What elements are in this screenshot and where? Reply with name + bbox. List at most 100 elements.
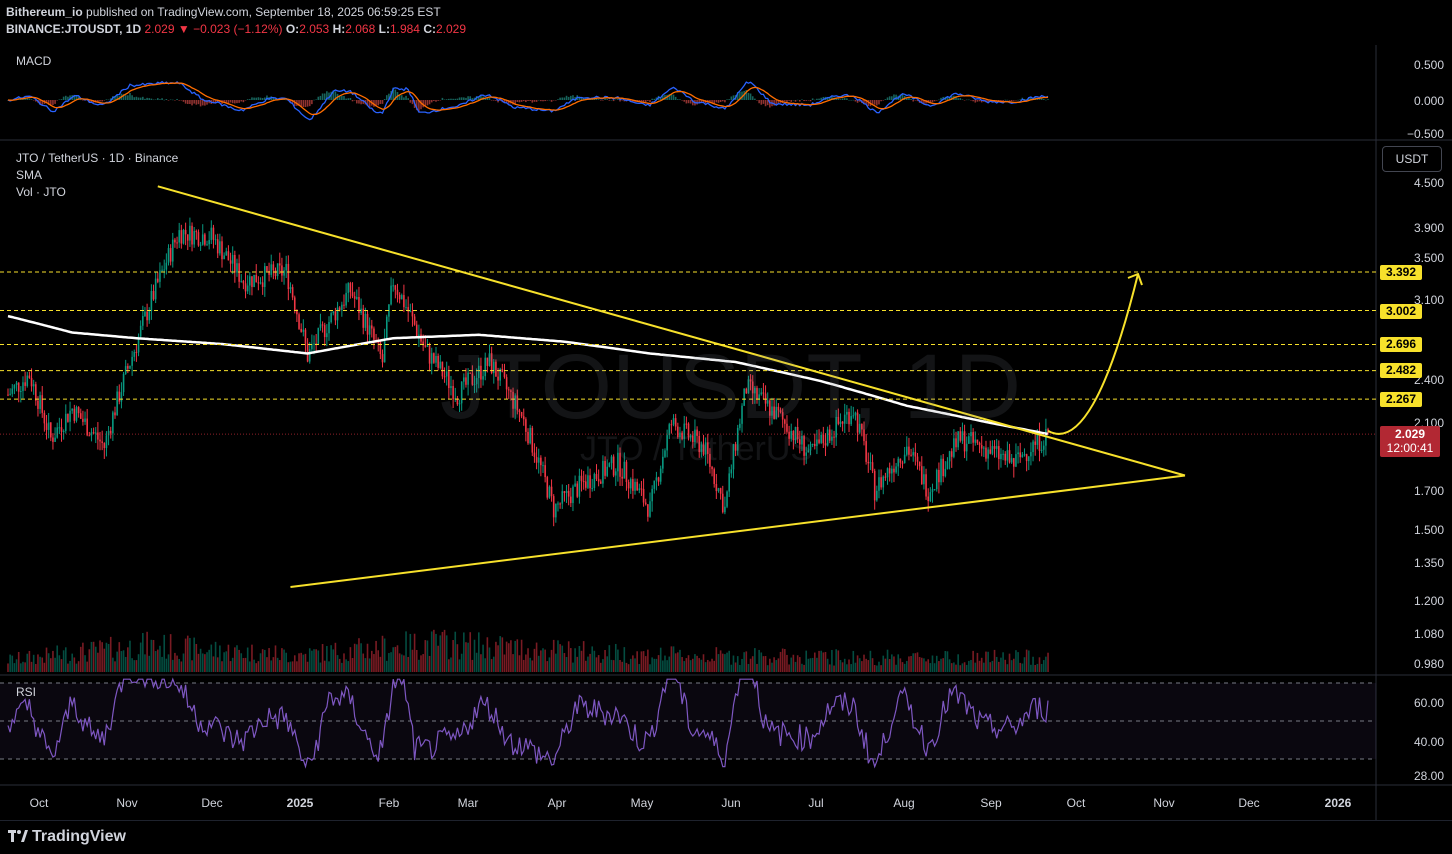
macd-label[interactable]: MACD xyxy=(16,54,51,68)
macd-histogram-bar xyxy=(846,98,848,100)
publish-header: Bithereum_io published on TradingView.co… xyxy=(6,5,441,19)
volume-bar xyxy=(692,658,694,672)
volume-bar xyxy=(308,648,311,672)
publisher-name[interactable]: Bithereum_io xyxy=(6,5,83,19)
rsi-label[interactable]: RSI xyxy=(16,685,36,699)
macd-histogram-bar xyxy=(231,100,234,104)
candle-body xyxy=(927,496,929,502)
candle-body xyxy=(56,427,59,438)
volume-bar xyxy=(473,639,476,672)
macd-histogram-bar xyxy=(809,100,812,102)
candle-body xyxy=(873,470,876,501)
macd-histogram-bar xyxy=(229,100,232,103)
candle-body xyxy=(99,439,101,442)
symbol-label[interactable]: BINANCE:JTOUSDT, 1D xyxy=(6,22,141,36)
volume-bar xyxy=(604,649,606,672)
volume-label[interactable]: Vol · JTO xyxy=(16,185,66,199)
pair-label[interactable]: JTO / TetherUS · 1D · Binance xyxy=(16,151,178,165)
currency-button[interactable]: USDT xyxy=(1382,146,1442,172)
macd-histogram-bar xyxy=(1004,99,1007,101)
volume-bar xyxy=(300,652,302,672)
macd-histogram-bar xyxy=(306,100,309,107)
candle-body xyxy=(347,283,350,293)
candle-body xyxy=(37,400,39,409)
macd-histogram-bar xyxy=(135,96,138,100)
macd-histogram-bar xyxy=(358,100,360,104)
volume-bar xyxy=(807,658,810,672)
candle-body xyxy=(62,431,65,433)
volume-bar xyxy=(608,645,611,672)
macd-histogram-bar xyxy=(437,100,439,101)
candle-body xyxy=(546,477,549,498)
volume-bar xyxy=(9,654,11,672)
macd-histogram-bar xyxy=(854,100,857,102)
volume-bar xyxy=(799,657,801,672)
sma-label[interactable]: SMA xyxy=(16,168,42,182)
volume-bar xyxy=(90,641,93,672)
candle-body xyxy=(1021,454,1024,458)
candle-body xyxy=(409,311,412,313)
volume-bar xyxy=(739,664,741,672)
volume-bar xyxy=(15,659,18,672)
candle-body xyxy=(1002,453,1004,455)
volume-bar xyxy=(334,642,337,672)
candle-body xyxy=(587,475,589,488)
candle-body xyxy=(86,418,88,436)
candle-body xyxy=(893,468,895,473)
candle-body xyxy=(944,468,947,477)
volume-bar xyxy=(555,653,557,672)
volume-bar xyxy=(535,642,538,672)
candle-body xyxy=(197,232,200,246)
candle-body xyxy=(918,461,921,467)
rsi-tick: 28.00 xyxy=(1413,769,1444,783)
macd-histogram-bar xyxy=(677,99,679,100)
volume-bar xyxy=(349,647,352,672)
volume-bar xyxy=(197,653,200,672)
volume-bar xyxy=(257,661,260,672)
volume-bar xyxy=(743,652,745,672)
macd-histogram-bar xyxy=(608,100,611,101)
volume-bar xyxy=(343,653,345,672)
macd-histogram-bar xyxy=(405,95,407,100)
volume-bar xyxy=(221,661,223,672)
volume-bar xyxy=(283,649,285,672)
candle-body xyxy=(193,231,195,245)
candle-body xyxy=(418,334,420,337)
macd-histogram-bar xyxy=(407,98,409,100)
volume-bar xyxy=(1010,660,1013,672)
candle-body xyxy=(557,503,559,505)
volume-bar xyxy=(813,652,816,672)
volume-bar xyxy=(713,660,715,672)
macd-histogram-bar xyxy=(313,99,315,101)
candle-body xyxy=(120,392,123,402)
volume-bar xyxy=(1013,658,1015,672)
candle-body xyxy=(995,446,998,449)
candle-body xyxy=(67,413,69,422)
candle-body xyxy=(332,311,335,314)
candle-body xyxy=(101,441,103,444)
volume-bar xyxy=(965,664,968,672)
candle-body xyxy=(435,355,437,363)
macd-histogram-bar xyxy=(439,100,442,101)
volume-bar xyxy=(139,642,142,672)
candle-body xyxy=(576,483,579,497)
candle-body xyxy=(251,276,253,287)
volume-bar xyxy=(527,648,529,672)
macd-histogram-bar xyxy=(520,100,523,102)
volume-bar xyxy=(345,659,347,672)
macd-histogram-bar xyxy=(351,100,354,102)
volume-bar xyxy=(435,633,437,672)
volume-bar xyxy=(272,657,275,672)
macd-histogram-bar xyxy=(563,97,566,100)
price-tick: 1.700 xyxy=(1413,484,1444,498)
volume-bar xyxy=(1004,659,1007,672)
low-value: 1.984 xyxy=(389,22,420,36)
volume-bar xyxy=(454,631,457,672)
candle-body xyxy=(548,486,551,498)
tradingview-logo[interactable]: TradingView xyxy=(8,828,126,846)
candle-body xyxy=(627,482,630,489)
macd-histogram-bar xyxy=(599,100,602,101)
macd-histogram-bar xyxy=(409,100,412,103)
price-tick: 3.500 xyxy=(1413,251,1444,265)
volume-bar xyxy=(458,659,461,672)
